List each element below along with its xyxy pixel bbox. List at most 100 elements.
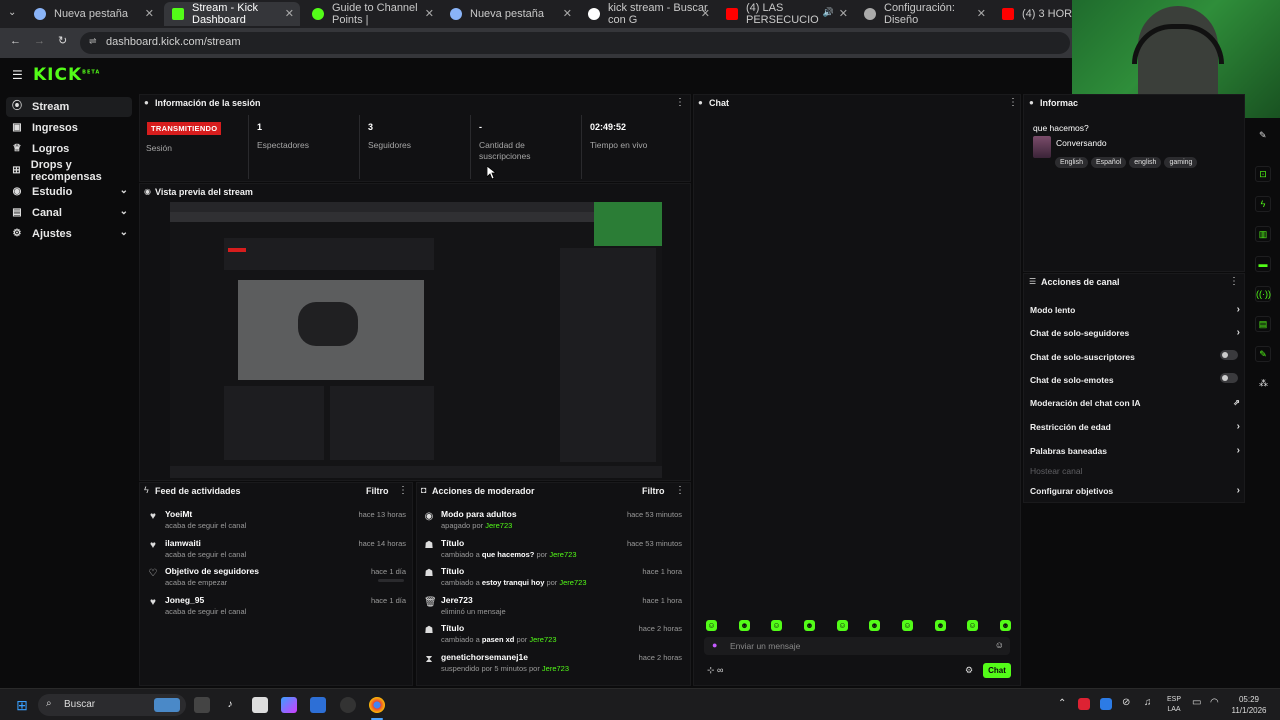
tab-guide-channel-points[interactable]: Guide to Channel Points | ✕ bbox=[304, 2, 440, 26]
menu-hamburger-icon[interactable]: ☰ bbox=[12, 68, 23, 82]
close-tab-icon[interactable]: ✕ bbox=[977, 7, 986, 20]
forward-arrow-icon[interactable]: → bbox=[34, 35, 45, 47]
rail-btn-4-icon[interactable]: ▬ bbox=[1255, 256, 1271, 272]
tab-kick-dashboard[interactable]: Stream - Kick Dashboard ✕ bbox=[164, 2, 300, 26]
tab-youtube-1[interactable]: (4) LAS PERSECUCIO 🔊 ✕ bbox=[718, 2, 854, 26]
tab-youtube-2[interactable]: (4) 3 HORAS DE bbox=[994, 2, 1074, 26]
tab-google-search[interactable]: kick stream - Buscar con G ✕ bbox=[580, 2, 716, 26]
chrome-icon[interactable] bbox=[369, 697, 385, 713]
sidebar-item-stream[interactable]: ⦿ Stream bbox=[6, 97, 132, 117]
kebab-menu-icon[interactable]: ⋮ bbox=[675, 97, 685, 108]
ai-moderation-item[interactable]: Moderación del chat con IA ⇗ bbox=[1030, 398, 1240, 408]
emote-quick-6[interactable]: ☻ bbox=[869, 620, 880, 631]
kebab-menu-icon[interactable]: ⋮ bbox=[675, 485, 685, 496]
close-tab-icon[interactable]: ✕ bbox=[145, 7, 154, 20]
microphone-icon[interactable]: ♫ bbox=[1144, 697, 1152, 708]
stream-preview-video[interactable] bbox=[170, 202, 662, 478]
emote-quick-10[interactable]: ☻ bbox=[1000, 620, 1011, 631]
category-name[interactable]: Conversando bbox=[1056, 138, 1107, 148]
emotes-only-toggle[interactable] bbox=[1220, 373, 1238, 383]
mod-action-user[interactable]: Jere723 bbox=[549, 550, 576, 559]
gear-icon[interactable]: ⚙ bbox=[965, 665, 973, 676]
tab-configuracion[interactable]: Configuración: Diseño ✕ bbox=[856, 2, 992, 26]
emote-quick-3[interactable]: ☺ bbox=[771, 620, 782, 631]
close-tab-icon[interactable]: ✕ bbox=[563, 7, 572, 20]
kebab-menu-icon[interactable]: ⋮ bbox=[1008, 97, 1018, 108]
tag-chip[interactable]: Español bbox=[1090, 157, 1127, 168]
activity-username[interactable]: Joneg_95 bbox=[165, 595, 204, 605]
clock[interactable]: 05:29 11/1/2026 bbox=[1224, 694, 1274, 716]
kebab-menu-icon[interactable]: ⋮ bbox=[398, 485, 408, 496]
emote-quick-7[interactable]: ☺ bbox=[902, 620, 913, 631]
tab-list-chevron-icon[interactable]: ⌄ bbox=[8, 7, 16, 18]
mod-action-user[interactable]: Jere723 bbox=[542, 664, 569, 673]
chat-message-input[interactable]: ● Enviar un mensaje ☺ bbox=[704, 637, 1010, 655]
rail-btn-1-icon[interactable]: ⊡ bbox=[1255, 166, 1271, 182]
mod-action-user[interactable]: Jere723 bbox=[559, 578, 586, 587]
pencil-icon[interactable]: ✎ bbox=[1259, 130, 1267, 141]
mod-filter-button[interactable]: Filtro bbox=[642, 486, 665, 496]
tab-nueva-pestana-1[interactable]: Nueva pestaña ✕ bbox=[26, 2, 160, 26]
followers-only-item[interactable]: Chat de solo-seguidores › bbox=[1030, 327, 1240, 338]
tab-nueva-pestana-2[interactable]: Nueva pestaña ✕ bbox=[442, 2, 578, 26]
close-tab-icon[interactable]: ✕ bbox=[839, 7, 848, 20]
monitor-icon[interactable]: ▭ bbox=[1192, 697, 1201, 708]
emote-quick-4[interactable]: ☻ bbox=[804, 620, 815, 631]
mod-action-user[interactable]: Jere723 bbox=[485, 521, 512, 530]
file-icon[interactable] bbox=[252, 697, 268, 713]
tray-app-icon[interactable] bbox=[1078, 698, 1090, 710]
share-icon[interactable]: ⁂ bbox=[1259, 378, 1268, 389]
back-arrow-icon[interactable]: ← bbox=[10, 35, 21, 47]
kick-logo[interactable]: KICKBETA bbox=[33, 65, 100, 85]
store-icon[interactable] bbox=[310, 697, 326, 713]
reload-icon[interactable]: ↻ bbox=[58, 34, 67, 47]
windows-start-icon[interactable]: ⊞ bbox=[14, 697, 30, 713]
slow-mode-item[interactable]: Modo lento › bbox=[1030, 304, 1240, 315]
banned-words-item[interactable]: Palabras baneadas › bbox=[1030, 445, 1240, 456]
task-view-icon[interactable] bbox=[194, 697, 210, 713]
sidebar-item-canal[interactable]: ▤ Canal ⌄ bbox=[6, 203, 132, 223]
close-tab-icon[interactable]: ✕ bbox=[285, 7, 294, 20]
network-off-icon[interactable]: ⊘ bbox=[1122, 697, 1130, 708]
configure-goals-item[interactable]: Configurar objetivos › bbox=[1030, 485, 1240, 496]
sidebar-item-ingresos[interactable]: ▣ Ingresos bbox=[6, 118, 132, 138]
sidebar-item-drops[interactable]: ⊞ Drops y recompensas bbox=[6, 159, 132, 183]
mic-icon[interactable]: ● bbox=[712, 640, 717, 650]
tag-chip[interactable]: English bbox=[1055, 157, 1088, 168]
activity-username[interactable]: YoeiMt bbox=[165, 509, 192, 519]
emote-quick-2[interactable]: ☻ bbox=[739, 620, 750, 631]
sidebar-item-ajustes[interactable]: ⚙ Ajustes ⌄ bbox=[6, 224, 132, 244]
language-indicator[interactable]: ESP LAA bbox=[1163, 695, 1185, 715]
defender-icon[interactable] bbox=[1100, 698, 1112, 710]
chat-settings-quick-icon[interactable]: ⊹ ∞ bbox=[707, 665, 723, 676]
emote-quick-9[interactable]: ☺ bbox=[967, 620, 978, 631]
tag-chip[interactable]: english bbox=[1129, 157, 1162, 168]
rail-btn-6-icon[interactable]: ▤ bbox=[1255, 316, 1271, 332]
taskbar-search-box[interactable]: ⌕ Buscar bbox=[38, 694, 186, 716]
age-restriction-item[interactable]: Restricción de edad › bbox=[1030, 421, 1240, 432]
tiktok-icon[interactable]: ♪ bbox=[222, 697, 238, 713]
sidebar-item-logros[interactable]: ♕ Logros bbox=[6, 139, 132, 159]
close-tab-icon[interactable]: ✕ bbox=[425, 7, 434, 20]
copilot-icon[interactable] bbox=[281, 697, 297, 713]
wrench-icon[interactable]: ✎ bbox=[1255, 346, 1271, 362]
activity-username[interactable]: ilamwaiti bbox=[165, 538, 201, 548]
chat-send-button[interactable]: Chat bbox=[983, 663, 1011, 678]
audio-playing-icon[interactable]: 🔊 bbox=[823, 7, 834, 18]
rail-btn-3-icon[interactable]: ▥ bbox=[1255, 226, 1271, 242]
rail-btn-2-icon[interactable]: ϟ bbox=[1255, 196, 1271, 212]
mod-action-name[interactable]: genetichorsemanej1e bbox=[441, 652, 528, 662]
activity-filter-button[interactable]: Filtro bbox=[366, 486, 389, 496]
tag-chip[interactable]: gaming bbox=[1164, 157, 1198, 168]
emote-quick-5[interactable]: ☺ bbox=[837, 620, 848, 631]
obs-icon[interactable] bbox=[340, 697, 356, 713]
mod-action-name[interactable]: Jere723 bbox=[441, 595, 473, 605]
mod-action-user[interactable]: Jere723 bbox=[529, 635, 556, 644]
url-field[interactable]: ⇌ dashboard.kick.com/stream bbox=[80, 32, 1070, 54]
emoji-picker-icon[interactable]: ☺ bbox=[995, 640, 1004, 650]
emote-quick-8[interactable]: ☻ bbox=[935, 620, 946, 631]
rail-btn-5-icon[interactable]: ((·)) bbox=[1255, 286, 1271, 302]
chevron-up-icon[interactable]: ⌃ bbox=[1058, 698, 1066, 709]
emote-quick-1[interactable]: ☺ bbox=[706, 620, 717, 631]
close-tab-icon[interactable]: ✕ bbox=[701, 7, 710, 20]
